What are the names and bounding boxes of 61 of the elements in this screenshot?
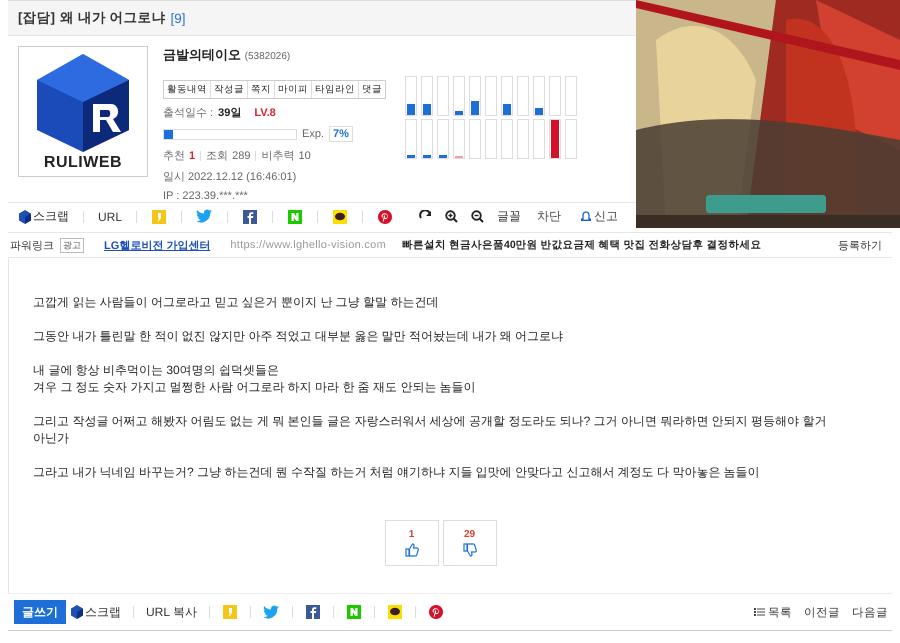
downvote-button[interactable]: 29 (442, 520, 496, 566)
facebook-icon[interactable] (242, 208, 258, 225)
url-link[interactable]: URL (98, 210, 122, 224)
post-text-line: 겨우 그 정도 숫자 가지고 멀쩡한 사람 어그로라 하지 마라 한 줌 재도 안되는 놈들이 (33, 380, 476, 394)
nav-link[interactable]: 이전글 (804, 604, 840, 620)
level-text: LV.8 (254, 106, 276, 119)
scrap-link[interactable]: 스크랩 (70, 604, 121, 620)
avatar-logo: RULIWEB (18, 46, 148, 178)
stat-label: 추천 (163, 149, 185, 164)
block-link[interactable]: 차단 (537, 208, 561, 226)
post-title: 왜 내가 어그로냐 (60, 9, 166, 28)
bell-icon (581, 211, 591, 222)
stat-value: 10 (298, 150, 311, 162)
post-date: 일시 2022.12.12 (16:46:01) (163, 170, 296, 184)
cube-icon (18, 210, 32, 224)
post-text-line: 내 글에 항상 비추먹이는 30여명의 쉽덕셋들은 (33, 363, 280, 377)
thumbs-down-icon (462, 543, 476, 557)
stat-label: 비추력 (261, 149, 294, 164)
power-link-label: 파워링크 (10, 238, 54, 252)
stat-label: 조회 (206, 149, 228, 164)
url-link[interactable]: URL 복사 (146, 604, 197, 620)
zoom-in-icon[interactable] (445, 210, 458, 224)
facebook-icon[interactable] (304, 604, 321, 620)
stat-value: 1 (189, 150, 196, 162)
nickname: 금발의테이오 (163, 47, 241, 62)
pinterest-icon[interactable] (377, 208, 394, 225)
zoom-out-icon[interactable] (471, 210, 484, 224)
write-button[interactable]: 글쓰기 (14, 600, 66, 624)
bird-icon[interactable] (262, 604, 280, 620)
register-link[interactable]: 등록하기 (838, 238, 882, 252)
thumbs-up-icon (404, 543, 418, 557)
exp-percent: 7% (329, 126, 353, 142)
stat-value: 289 (232, 150, 250, 162)
comment-count[interactable]: [9] (170, 10, 186, 26)
post-text-line: 그리고 작성글 어쩌고 해봤자 어림도 없는 게 뭐 본인들 글은 자랑스러워서 세상에 공개할 정도라도 되나? 그거 아니면 뭐라하면 안되지 평등해야 할거 (33, 414, 826, 428)
post-text-line: 그동안 내가 틀린말 한 적이 없진 않지만 아주 적었고 대부분 옳은 말만 적어놨는데 내가 왜 어그로냐 (33, 329, 564, 343)
upvote-button[interactable]: 1 (384, 520, 438, 566)
ad-description: 빠른설치 현금사은품40만원 반값요금제 혜택 맛집 전화상담후 결정하세요 (402, 238, 762, 252)
cube-icon (70, 605, 84, 619)
pinterest-icon[interactable] (428, 604, 444, 620)
post-text-line: 고깝게 읽는 사람들이 어그로라고 믿고 싶은거 뿐이지 난 그냥 할말 하는건데 (33, 295, 438, 309)
attendance-value: 39일 (218, 106, 242, 120)
list-link[interactable]: 목록 (754, 604, 792, 620)
scrap-link[interactable]: 스크랩 (18, 208, 69, 226)
nav-link[interactable]: 다음글 (852, 604, 888, 620)
post-text-line: 그라고 내가 닉네임 바꾸는거? 그냥 하는건데 뭔 수작질 하는거 처럼 얘기하냐 지들 입맛에 안맞다고 신고해서 계정도 다 막아놓은 놈들이 (33, 465, 760, 479)
speech-bubble-icon[interactable] (386, 604, 403, 620)
list-icon (754, 607, 765, 617)
speech-bubble-icon[interactable] (332, 208, 348, 225)
ip-address: IP : 223.39.***.*** (163, 190, 248, 202)
member-id: (5382026) (244, 51, 290, 62)
post-category: [잡담] (18, 9, 55, 28)
ad-badge: 광고 (60, 238, 84, 252)
post-text-line: 아닌가 (33, 431, 69, 445)
report-link[interactable]: 신고 (581, 208, 618, 226)
attendance-label: 출석일수 : (163, 106, 214, 120)
font-link[interactable]: 글꼴 (497, 208, 522, 226)
bird-icon[interactable] (196, 209, 214, 224)
ad-url: https://www.lghello-vision.com (230, 239, 386, 251)
ad-link[interactable]: LG헬로비전 가입센터 (104, 238, 210, 252)
exp-label: Exp. (302, 128, 324, 140)
